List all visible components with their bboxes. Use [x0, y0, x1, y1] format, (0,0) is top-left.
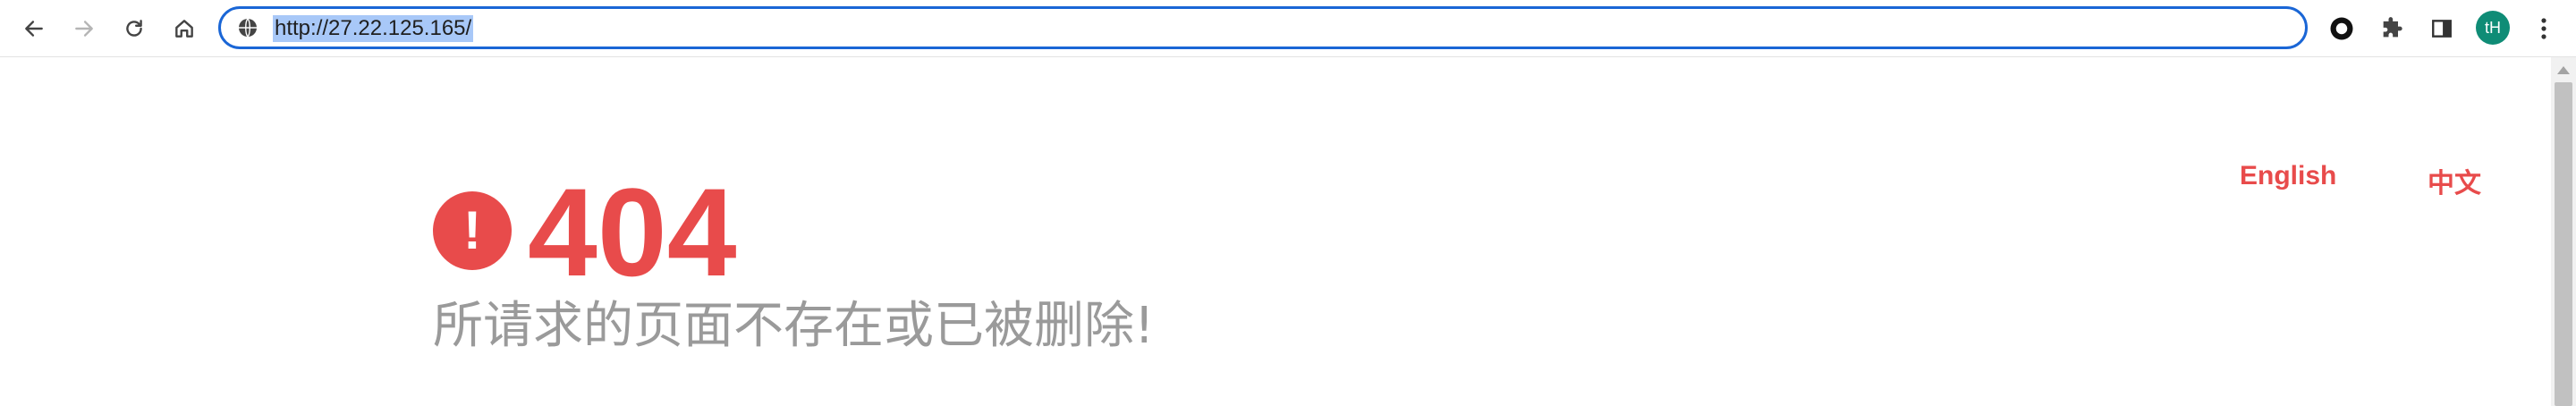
page-content: English 中文 ! 404 所请求的页面不存在或已被删除!: [0, 57, 2551, 406]
side-panel-icon: [2432, 20, 2452, 38]
browser-toolbar: http://27.22.125.165/ tH: [0, 0, 2576, 57]
extensions-button[interactable]: [2376, 13, 2408, 45]
reload-button[interactable]: [116, 11, 152, 47]
language-chinese-link[interactable]: 中文: [2428, 161, 2481, 200]
forward-button[interactable]: [66, 11, 102, 47]
profile-avatar[interactable]: tH: [2476, 11, 2510, 45]
reload-icon: [126, 20, 142, 37]
error-message: 所请求的页面不存在或已被删除!: [433, 297, 1155, 355]
scrollbar-thumb[interactable]: [2555, 82, 2572, 406]
language-english-link[interactable]: English: [2240, 161, 2336, 191]
globe-icon[interactable]: [237, 17, 258, 38]
kebab-menu-icon: [2541, 18, 2546, 39]
scroll-up-arrow-icon[interactable]: [2557, 66, 2570, 74]
back-arrow-icon: [25, 21, 43, 37]
url-text[interactable]: http://27.22.125.165/: [273, 15, 474, 42]
extension-record-button[interactable]: [2326, 13, 2358, 45]
puzzle-icon: [2383, 17, 2402, 38]
address-bar[interactable]: http://27.22.125.165/: [218, 6, 2308, 49]
error-code: 404: [528, 162, 737, 302]
vertical-scrollbar[interactable]: [2551, 57, 2576, 406]
home-icon: [175, 20, 193, 38]
side-panel-button[interactable]: [2426, 13, 2458, 45]
forward-arrow-icon: [75, 21, 93, 37]
error-alert-icon: !: [433, 191, 512, 270]
home-button[interactable]: [166, 11, 202, 47]
record-icon: [2330, 17, 2353, 40]
browser-menu-button[interactable]: [2528, 13, 2560, 45]
back-button[interactable]: [16, 11, 52, 47]
